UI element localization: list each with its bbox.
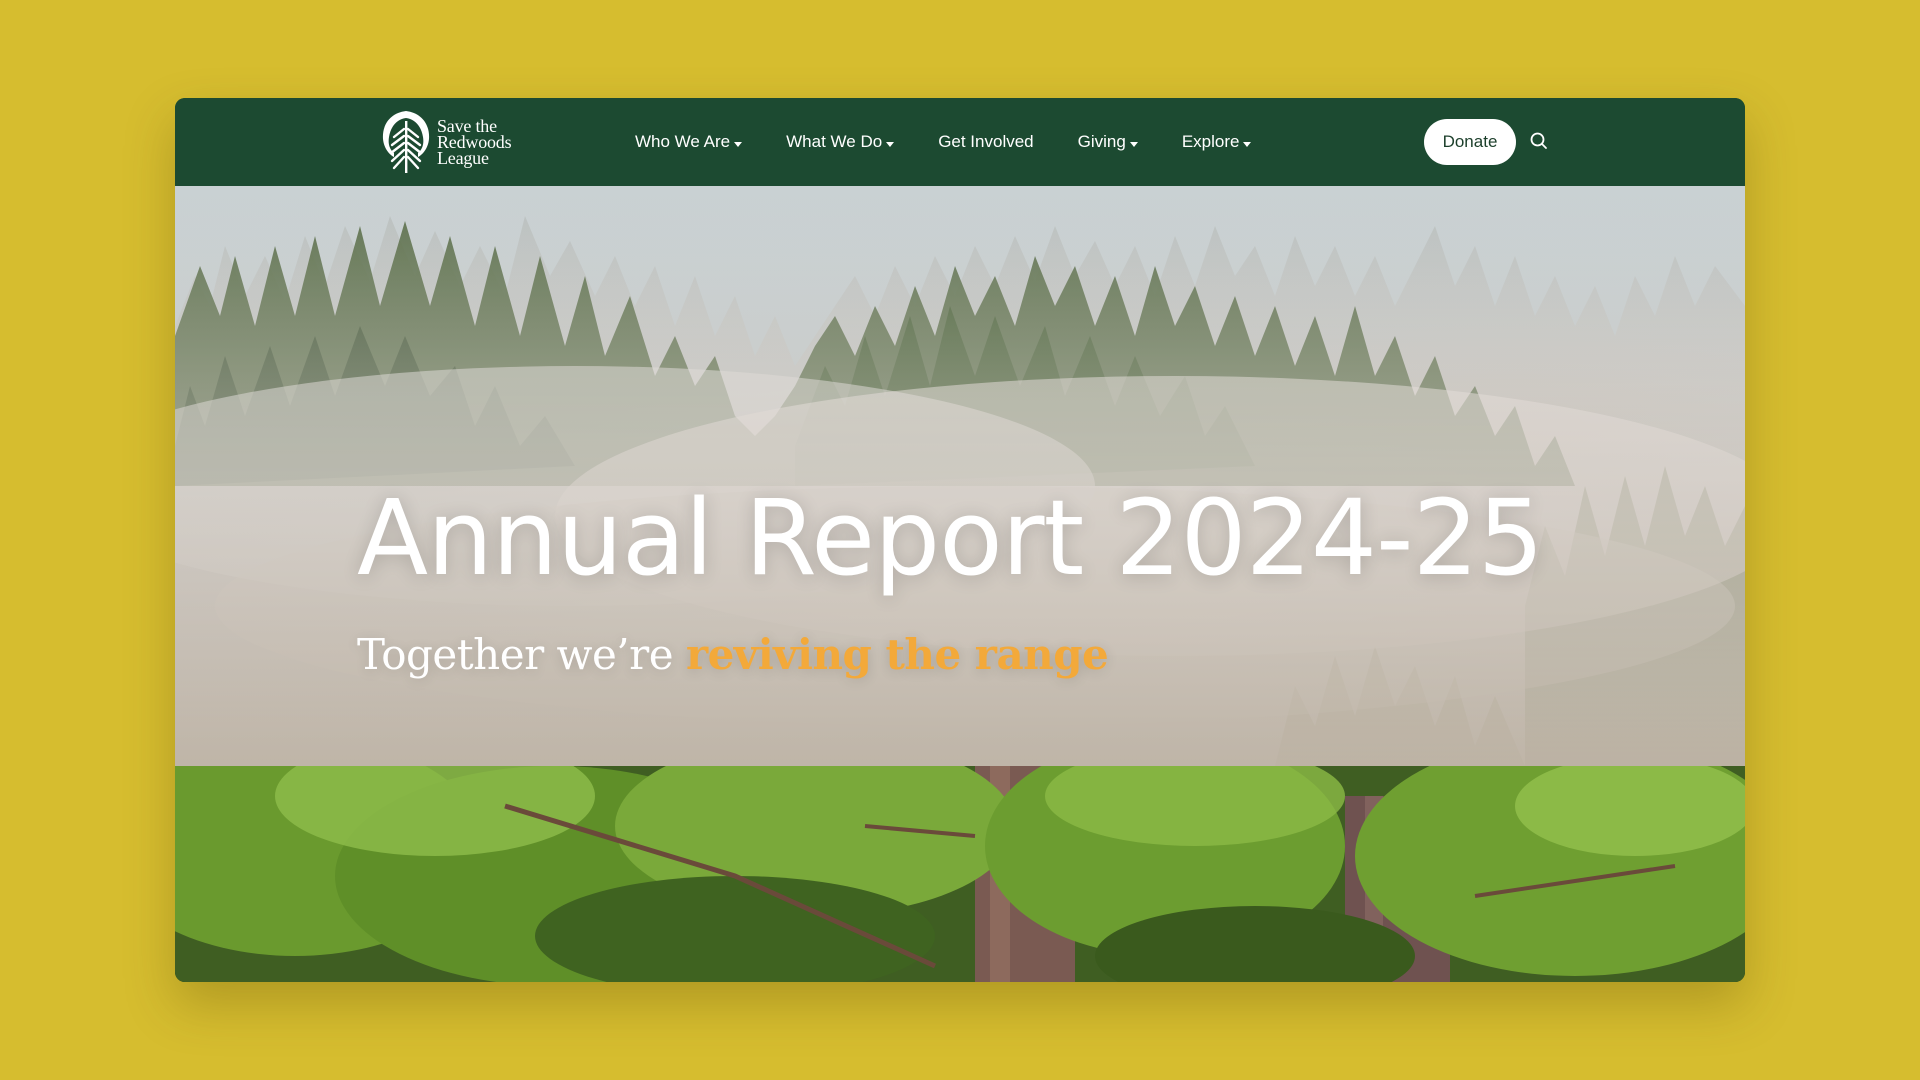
main-menu: Who We Are What We Do Get Involved Givin… bbox=[635, 98, 1295, 186]
nav-item-label: Who We Are bbox=[635, 132, 731, 151]
hero-section: Annual Report 2024-25 Together we’re rev… bbox=[175, 186, 1745, 766]
nav-item-get-involved[interactable]: Get Involved bbox=[938, 132, 1033, 152]
donate-button[interactable]: Donate bbox=[1424, 119, 1516, 165]
nav-item-label: What We Do bbox=[786, 132, 883, 151]
hero-subtitle: Together we’re reviving the range bbox=[357, 630, 1109, 679]
caret-down-icon bbox=[734, 141, 743, 147]
redwood-tree-logo-icon bbox=[382, 111, 430, 173]
canopy-illustration bbox=[175, 766, 1745, 982]
search-icon[interactable] bbox=[1527, 129, 1551, 153]
hero-title: Annual Report 2024-25 bbox=[357, 477, 1544, 599]
nav-item-label: Giving bbox=[1077, 132, 1126, 151]
redwood-canopy-image bbox=[175, 766, 1745, 982]
foggy-forest-image bbox=[175, 186, 1745, 766]
browser-page: Save the Redwoods League Who We Are What… bbox=[175, 98, 1745, 982]
caret-down-icon bbox=[1129, 141, 1138, 147]
nav-item-giving[interactable]: Giving bbox=[1078, 132, 1138, 152]
logo-wordmark: Save the Redwoods League bbox=[437, 117, 512, 168]
nav-item-explore[interactable]: Explore bbox=[1182, 132, 1252, 152]
hero-subtitle-text: Together we’re bbox=[357, 630, 686, 679]
site-logo[interactable]: Save the Redwoods League bbox=[380, 108, 520, 176]
caret-down-icon bbox=[1243, 141, 1252, 147]
logo-line-3: League bbox=[437, 148, 489, 168]
nav-item-label: Explore bbox=[1181, 132, 1240, 151]
hero-subtitle-accent: reviving the range bbox=[685, 630, 1109, 679]
top-navigation: Save the Redwoods League Who We Are What… bbox=[175, 98, 1745, 186]
nav-item-what-we-do[interactable]: What We Do bbox=[786, 132, 895, 152]
nav-item-label: Get Involved bbox=[938, 132, 1034, 151]
caret-down-icon bbox=[886, 141, 895, 147]
nav-item-who-we-are[interactable]: Who We Are bbox=[635, 132, 743, 152]
